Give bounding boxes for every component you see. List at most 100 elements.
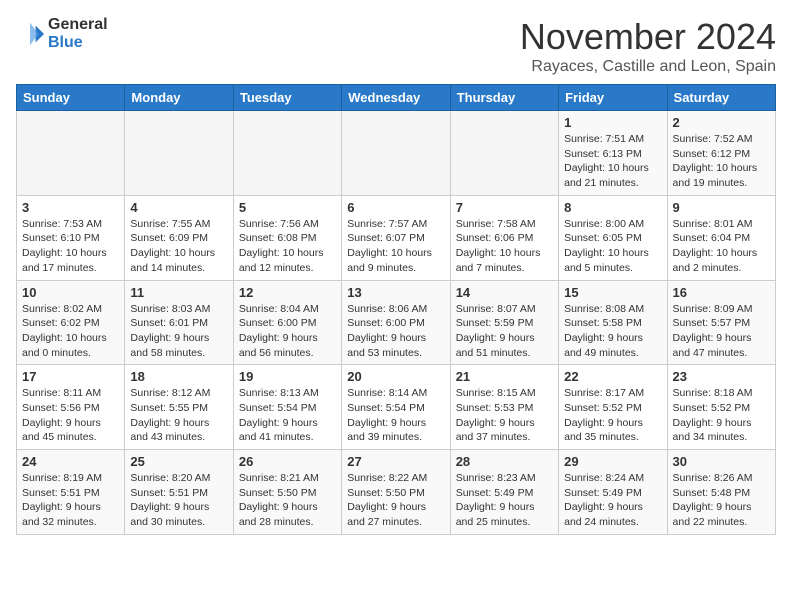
day-info: Sunrise: 8:17 AMSunset: 5:52 PMDaylight:… (564, 386, 661, 445)
calendar-header-row: SundayMondayTuesdayWednesdayThursdayFrid… (17, 85, 776, 111)
calendar-day-cell: 2Sunrise: 7:52 AMSunset: 6:12 PMDaylight… (667, 111, 775, 196)
calendar-week-row: 10 Sunrise: 8:02 AMSunset: 6:02 PMDayligh… (17, 280, 776, 365)
day-info: Sunrise: 7:56 AMSunset: 6:08 PMDaylight:… (239, 217, 336, 276)
day-info: Sunrise: 7:55 AMSunset: 6:09 PMDaylight:… (130, 217, 227, 276)
day-info: Sunrise: 8:20 AMSunset: 5:51 PMDaylight:… (130, 471, 227, 530)
calendar-week-row: 24 Sunrise: 8:19 AMSunset: 5:51 PMDayligh… (17, 450, 776, 535)
calendar-day-cell: 24 Sunrise: 8:19 AMSunset: 5:51 PMDayligh… (17, 450, 125, 535)
day-info: Sunrise: 8:11 AMSunset: 5:56 PMDaylight:… (22, 386, 119, 445)
day-info: Sunrise: 8:02 AMSunset: 6:02 PMDaylight:… (22, 302, 119, 361)
day-info: Sunrise: 8:00 AMSunset: 6:05 PMDaylight:… (564, 217, 661, 276)
day-number: 6 (347, 200, 444, 215)
calendar-day-cell (450, 111, 558, 196)
calendar-day-cell: 3 Sunrise: 7:53 AMSunset: 6:10 PMDaylight… (17, 195, 125, 280)
day-info: Sunrise: 8:09 AMSunset: 5:57 PMDaylight:… (673, 302, 770, 361)
day-number: 19 (239, 369, 336, 384)
day-number: 24 (22, 454, 119, 469)
calendar-day-cell: 25Sunrise: 8:20 AMSunset: 5:51 PMDayligh… (125, 450, 233, 535)
day-number: 9 (673, 200, 770, 215)
calendar-day-cell (342, 111, 450, 196)
day-number: 4 (130, 200, 227, 215)
day-number: 14 (456, 285, 553, 300)
day-of-week-header: Wednesday (342, 85, 450, 111)
title-block: November 2024 Rayaces, Castille and Leon… (520, 16, 776, 76)
day-info: Sunrise: 7:58 AMSunset: 6:06 PMDaylight:… (456, 217, 553, 276)
day-info: Sunrise: 8:13 AMSunset: 5:54 PMDaylight:… (239, 386, 336, 445)
day-info: Sunrise: 8:14 AMSunset: 5:54 PMDaylight:… (347, 386, 444, 445)
day-info: Sunrise: 8:07 AMSunset: 5:59 PMDaylight:… (456, 302, 553, 361)
calendar-week-row: 3 Sunrise: 7:53 AMSunset: 6:10 PMDaylight… (17, 195, 776, 280)
day-info: Sunrise: 8:18 AMSunset: 5:52 PMDaylight:… (673, 386, 770, 445)
day-info: Sunrise: 8:15 AMSunset: 5:53 PMDaylight:… (456, 386, 553, 445)
day-of-week-header: Tuesday (233, 85, 341, 111)
day-info: Sunrise: 8:08 AMSunset: 5:58 PMDaylight:… (564, 302, 661, 361)
day-number: 21 (456, 369, 553, 384)
page-header: General Blue November 2024 Rayaces, Cast… (16, 16, 776, 76)
day-number: 17 (22, 369, 119, 384)
calendar-day-cell (233, 111, 341, 196)
calendar-day-cell: 8Sunrise: 8:00 AMSunset: 6:05 PMDaylight… (559, 195, 667, 280)
day-number: 29 (564, 454, 661, 469)
logo: General Blue (16, 16, 108, 51)
calendar-day-cell: 11Sunrise: 8:03 AMSunset: 6:01 PMDayligh… (125, 280, 233, 365)
day-number: 15 (564, 285, 661, 300)
calendar-day-cell: 1 Sunrise: 7:51 AMSunset: 6:13 PMDaylight… (559, 111, 667, 196)
day-number: 20 (347, 369, 444, 384)
calendar-day-cell: 29Sunrise: 8:24 AMSunset: 5:49 PMDayligh… (559, 450, 667, 535)
day-info: Sunrise: 8:21 AMSunset: 5:50 PMDaylight:… (239, 471, 336, 530)
location-text: Rayaces, Castille and Leon, Spain (520, 58, 776, 76)
calendar-day-cell: 16 Sunrise: 8:09 AMSunset: 5:57 PMDayligh… (667, 280, 775, 365)
day-number: 10 (22, 285, 119, 300)
day-of-week-header: Saturday (667, 85, 775, 111)
calendar-day-cell: 17 Sunrise: 8:11 AMSunset: 5:56 PMDayligh… (17, 365, 125, 450)
day-info: Sunrise: 7:52 AMSunset: 6:12 PMDaylight:… (673, 132, 770, 191)
calendar-day-cell: 12Sunrise: 8:04 AMSunset: 6:00 PMDayligh… (233, 280, 341, 365)
calendar-day-cell: 20 Sunrise: 8:14 AMSunset: 5:54 PMDayligh… (342, 365, 450, 450)
logo-general-text: General (48, 16, 108, 34)
day-info: Sunrise: 8:12 AMSunset: 5:55 PMDaylight:… (130, 386, 227, 445)
day-info: Sunrise: 8:23 AMSunset: 5:49 PMDaylight:… (456, 471, 553, 530)
calendar-day-cell: 18 Sunrise: 8:12 AMSunset: 5:55 PMDayligh… (125, 365, 233, 450)
calendar-day-cell: 4 Sunrise: 7:55 AMSunset: 6:09 PMDaylight… (125, 195, 233, 280)
day-number: 3 (22, 200, 119, 215)
day-number: 23 (673, 369, 770, 384)
calendar-day-cell: 22 Sunrise: 8:17 AMSunset: 5:52 PMDayligh… (559, 365, 667, 450)
day-number: 26 (239, 454, 336, 469)
calendar-day-cell: 19 Sunrise: 8:13 AMSunset: 5:54 PMDayligh… (233, 365, 341, 450)
calendar-week-row: 17 Sunrise: 8:11 AMSunset: 5:56 PMDayligh… (17, 365, 776, 450)
month-title: November 2024 (520, 16, 776, 58)
day-of-week-header: Monday (125, 85, 233, 111)
day-number: 1 (564, 115, 661, 130)
day-info: Sunrise: 8:03 AMSunset: 6:01 PMDaylight:… (130, 302, 227, 361)
calendar-day-cell: 10 Sunrise: 8:02 AMSunset: 6:02 PMDayligh… (17, 280, 125, 365)
day-number: 16 (673, 285, 770, 300)
day-of-week-header: Friday (559, 85, 667, 111)
calendar-day-cell: 21 Sunrise: 8:15 AMSunset: 5:53 PMDayligh… (450, 365, 558, 450)
day-number: 18 (130, 369, 227, 384)
calendar-day-cell: 7 Sunrise: 7:58 AMSunset: 6:06 PMDaylight… (450, 195, 558, 280)
logo-blue-text: Blue (48, 34, 108, 52)
calendar-table: SundayMondayTuesdayWednesdayThursdayFrid… (16, 84, 776, 535)
day-info: Sunrise: 8:04 AMSunset: 6:00 PMDaylight:… (239, 302, 336, 361)
day-number: 7 (456, 200, 553, 215)
day-info: Sunrise: 8:19 AMSunset: 5:51 PMDaylight:… (22, 471, 119, 530)
day-info: Sunrise: 7:53 AMSunset: 6:10 PMDaylight:… (22, 217, 119, 276)
logo-icon (16, 20, 44, 48)
calendar-day-cell: 5Sunrise: 7:56 AMSunset: 6:08 PMDaylight… (233, 195, 341, 280)
calendar-day-cell: 15 Sunrise: 8:08 AMSunset: 5:58 PMDayligh… (559, 280, 667, 365)
day-info: Sunrise: 7:57 AMSunset: 6:07 PMDaylight:… (347, 217, 444, 276)
day-info: Sunrise: 8:06 AMSunset: 6:00 PMDaylight:… (347, 302, 444, 361)
calendar-day-cell (125, 111, 233, 196)
day-info: Sunrise: 8:26 AMSunset: 5:48 PMDaylight:… (673, 471, 770, 530)
calendar-day-cell: 14 Sunrise: 8:07 AMSunset: 5:59 PMDayligh… (450, 280, 558, 365)
day-info: Sunrise: 8:22 AMSunset: 5:50 PMDaylight:… (347, 471, 444, 530)
calendar-day-cell: 9Sunrise: 8:01 AMSunset: 6:04 PMDaylight… (667, 195, 775, 280)
logo-text: General Blue (48, 16, 108, 51)
calendar-day-cell: 30Sunrise: 8:26 AMSunset: 5:48 PMDayligh… (667, 450, 775, 535)
day-of-week-header: Thursday (450, 85, 558, 111)
calendar-day-cell (17, 111, 125, 196)
calendar-day-cell: 26 Sunrise: 8:21 AMSunset: 5:50 PMDayligh… (233, 450, 341, 535)
day-number: 13 (347, 285, 444, 300)
day-number: 22 (564, 369, 661, 384)
day-info: Sunrise: 7:51 AMSunset: 6:13 PMDaylight:… (564, 132, 661, 191)
